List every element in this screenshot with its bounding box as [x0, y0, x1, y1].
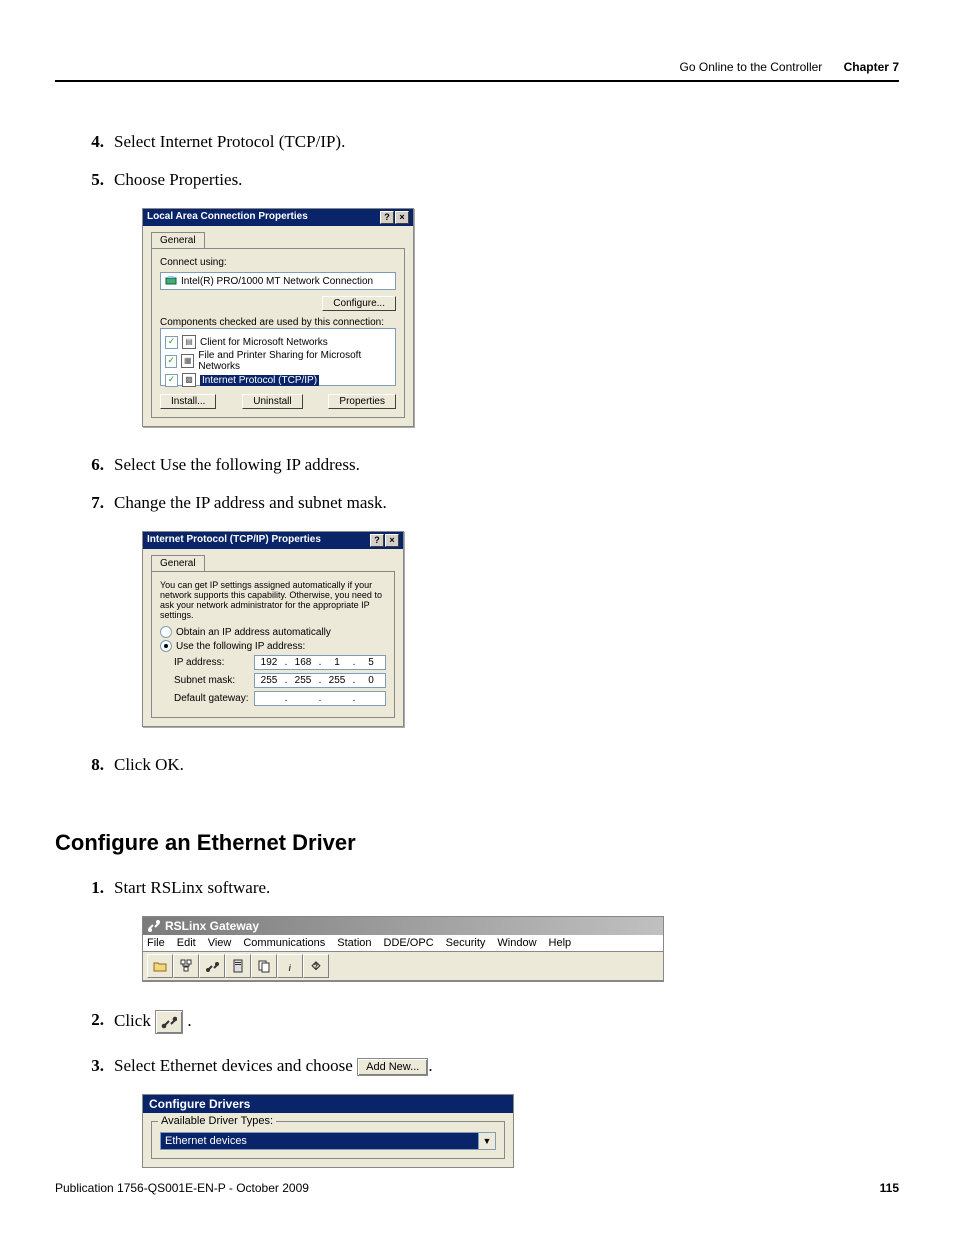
components-label: Components checked are used by this conn… [160, 317, 396, 328]
dialog-title: Local Area Connection Properties [147, 211, 308, 224]
dialog-description: You can get IP settings assigned automat… [160, 580, 386, 620]
step-number: 7. [80, 493, 104, 513]
steps-group-a: 4. Select Internet Protocol (TCP/IP). 5.… [80, 132, 899, 190]
step-text: Change the IP address and subnet mask. [114, 493, 387, 513]
step-text: Start RSLinx software. [114, 878, 270, 898]
step-text: Select Ethernet devices and choose Add N… [114, 1056, 433, 1076]
step-number: 1. [80, 878, 104, 898]
install-button[interactable]: Install... [160, 394, 216, 409]
copy-icon[interactable] [251, 954, 277, 978]
help-icon[interactable]: ? [380, 211, 394, 224]
figure-configure-drivers: Configure Drivers Available Driver Types… [142, 1094, 899, 1168]
adapter-field: Intel(R) PRO/1000 MT Network Connection [160, 272, 396, 290]
steps-group-e: 2. Click . 3. Select Ethernet devices an… [80, 1010, 899, 1076]
header-chapter: Chapter 7 [844, 60, 899, 74]
step-number: 6. [80, 455, 104, 475]
menu-communications[interactable]: Communications [243, 937, 325, 949]
window-title: RSLinx Gateway [165, 919, 259, 933]
step-text: Choose Properties. [114, 170, 242, 190]
menu-help[interactable]: Help [549, 937, 572, 949]
gateway-input[interactable]: . . . [254, 691, 386, 706]
gateway-label: Default gateway: [174, 693, 249, 704]
protocol-icon: ▩ [182, 373, 196, 387]
close-icon[interactable]: × [395, 211, 409, 224]
step-number: 3. [80, 1056, 104, 1076]
radio-manual[interactable] [160, 640, 172, 652]
dialog-title: Internet Protocol (TCP/IP) Properties [147, 534, 321, 547]
step-number: 8. [80, 755, 104, 775]
dde-icon[interactable]: ᵢ [277, 954, 303, 978]
server-icon[interactable] [225, 954, 251, 978]
connect-using-label: Connect using: [160, 257, 396, 268]
subnet-mask-label: Subnet mask: [174, 675, 235, 686]
rslinx-app-icon [147, 919, 161, 933]
component-item[interactable]: Client for Microsoft Networks [200, 337, 328, 348]
steps-group-d: 1. Start RSLinx software. [80, 878, 899, 898]
step-text: Click . [114, 1010, 192, 1034]
figure-lac-properties: Local Area Connection Properties ? × Gen… [142, 208, 899, 427]
tab-general[interactable]: General [151, 232, 205, 248]
context-help-icon[interactable]: ⯑ [303, 954, 329, 978]
close-icon[interactable]: × [385, 534, 399, 547]
step-number: 2. [80, 1010, 104, 1030]
adapter-name: Intel(R) PRO/1000 MT Network Connection [181, 276, 373, 287]
driver-type-dropdown[interactable]: Ethernet devices ▼ [160, 1132, 496, 1150]
network-card-icon [165, 275, 177, 287]
chevron-down-icon[interactable]: ▼ [478, 1133, 495, 1149]
groupbox-label: Available Driver Types: [158, 1115, 276, 1127]
add-new-button[interactable]: Add New... [357, 1058, 428, 1076]
help-icon[interactable]: ? [370, 534, 384, 547]
rswho-icon[interactable] [173, 954, 199, 978]
checkbox-icon[interactable]: ✓ [165, 355, 177, 368]
menu-ddeopc[interactable]: DDE/OPC [384, 937, 434, 949]
step-number: 4. [80, 132, 104, 152]
client-icon: ▤ [182, 335, 196, 349]
tab-general[interactable]: General [151, 555, 205, 571]
subnet-mask-input[interactable]: 255. 255. 255. 0 [254, 673, 386, 688]
figure-tcpip-properties: Internet Protocol (TCP/IP) Properties ? … [142, 531, 899, 727]
configure-button[interactable]: Configure... [322, 296, 396, 311]
step-text: Select Internet Protocol (TCP/IP). [114, 132, 345, 152]
uninstall-button[interactable]: Uninstall [242, 394, 302, 409]
dialog-title: Configure Drivers [143, 1095, 513, 1113]
page-number: 115 [880, 1181, 899, 1195]
header-section: Go Online to the Controller [680, 60, 823, 74]
section-heading: Configure an Ethernet Driver [55, 830, 899, 856]
menu-edit[interactable]: Edit [177, 937, 196, 949]
checkbox-icon[interactable]: ✓ [165, 374, 178, 387]
radio-auto[interactable] [160, 626, 172, 638]
menu-security[interactable]: Security [446, 937, 486, 949]
open-icon[interactable] [147, 954, 173, 978]
sharing-icon: ▦ [181, 354, 194, 368]
menu-file[interactable]: File [147, 937, 165, 949]
step-text: Click OK. [114, 755, 184, 775]
ip-address-input[interactable]: 192. 168. 1. 5 [254, 655, 386, 670]
menu-view[interactable]: View [208, 937, 232, 949]
radio-auto-label: Obtain an IP address automatically [176, 627, 331, 638]
checkbox-icon[interactable]: ✓ [165, 336, 178, 349]
steps-group-b: 6. Select Use the following IP address. … [80, 455, 899, 513]
running-header: Go Online to the Controller Chapter 7 [55, 60, 899, 82]
dropdown-selected: Ethernet devices [161, 1133, 478, 1149]
configure-drivers-button-icon[interactable] [155, 1010, 183, 1034]
configure-drivers-icon[interactable] [199, 954, 225, 978]
component-item[interactable]: File and Printer Sharing for Microsoft N… [198, 350, 391, 372]
component-item-selected[interactable]: Internet Protocol (TCP/IP) [200, 375, 319, 386]
menu-window[interactable]: Window [497, 937, 536, 949]
steps-group-c: 8. Click OK. [80, 755, 899, 775]
publication-id: Publication 1756-QS001E-EN-P - October 2… [55, 1181, 309, 1195]
menu-station[interactable]: Station [337, 937, 371, 949]
step-number: 5. [80, 170, 104, 190]
step-text: Select Use the following IP address. [114, 455, 360, 475]
properties-button[interactable]: Properties [328, 394, 396, 409]
radio-manual-label: Use the following IP address: [176, 641, 305, 652]
figure-rslinx-window: RSLinx Gateway File Edit View Communicat… [142, 916, 899, 982]
ip-address-label: IP address: [174, 657, 224, 668]
